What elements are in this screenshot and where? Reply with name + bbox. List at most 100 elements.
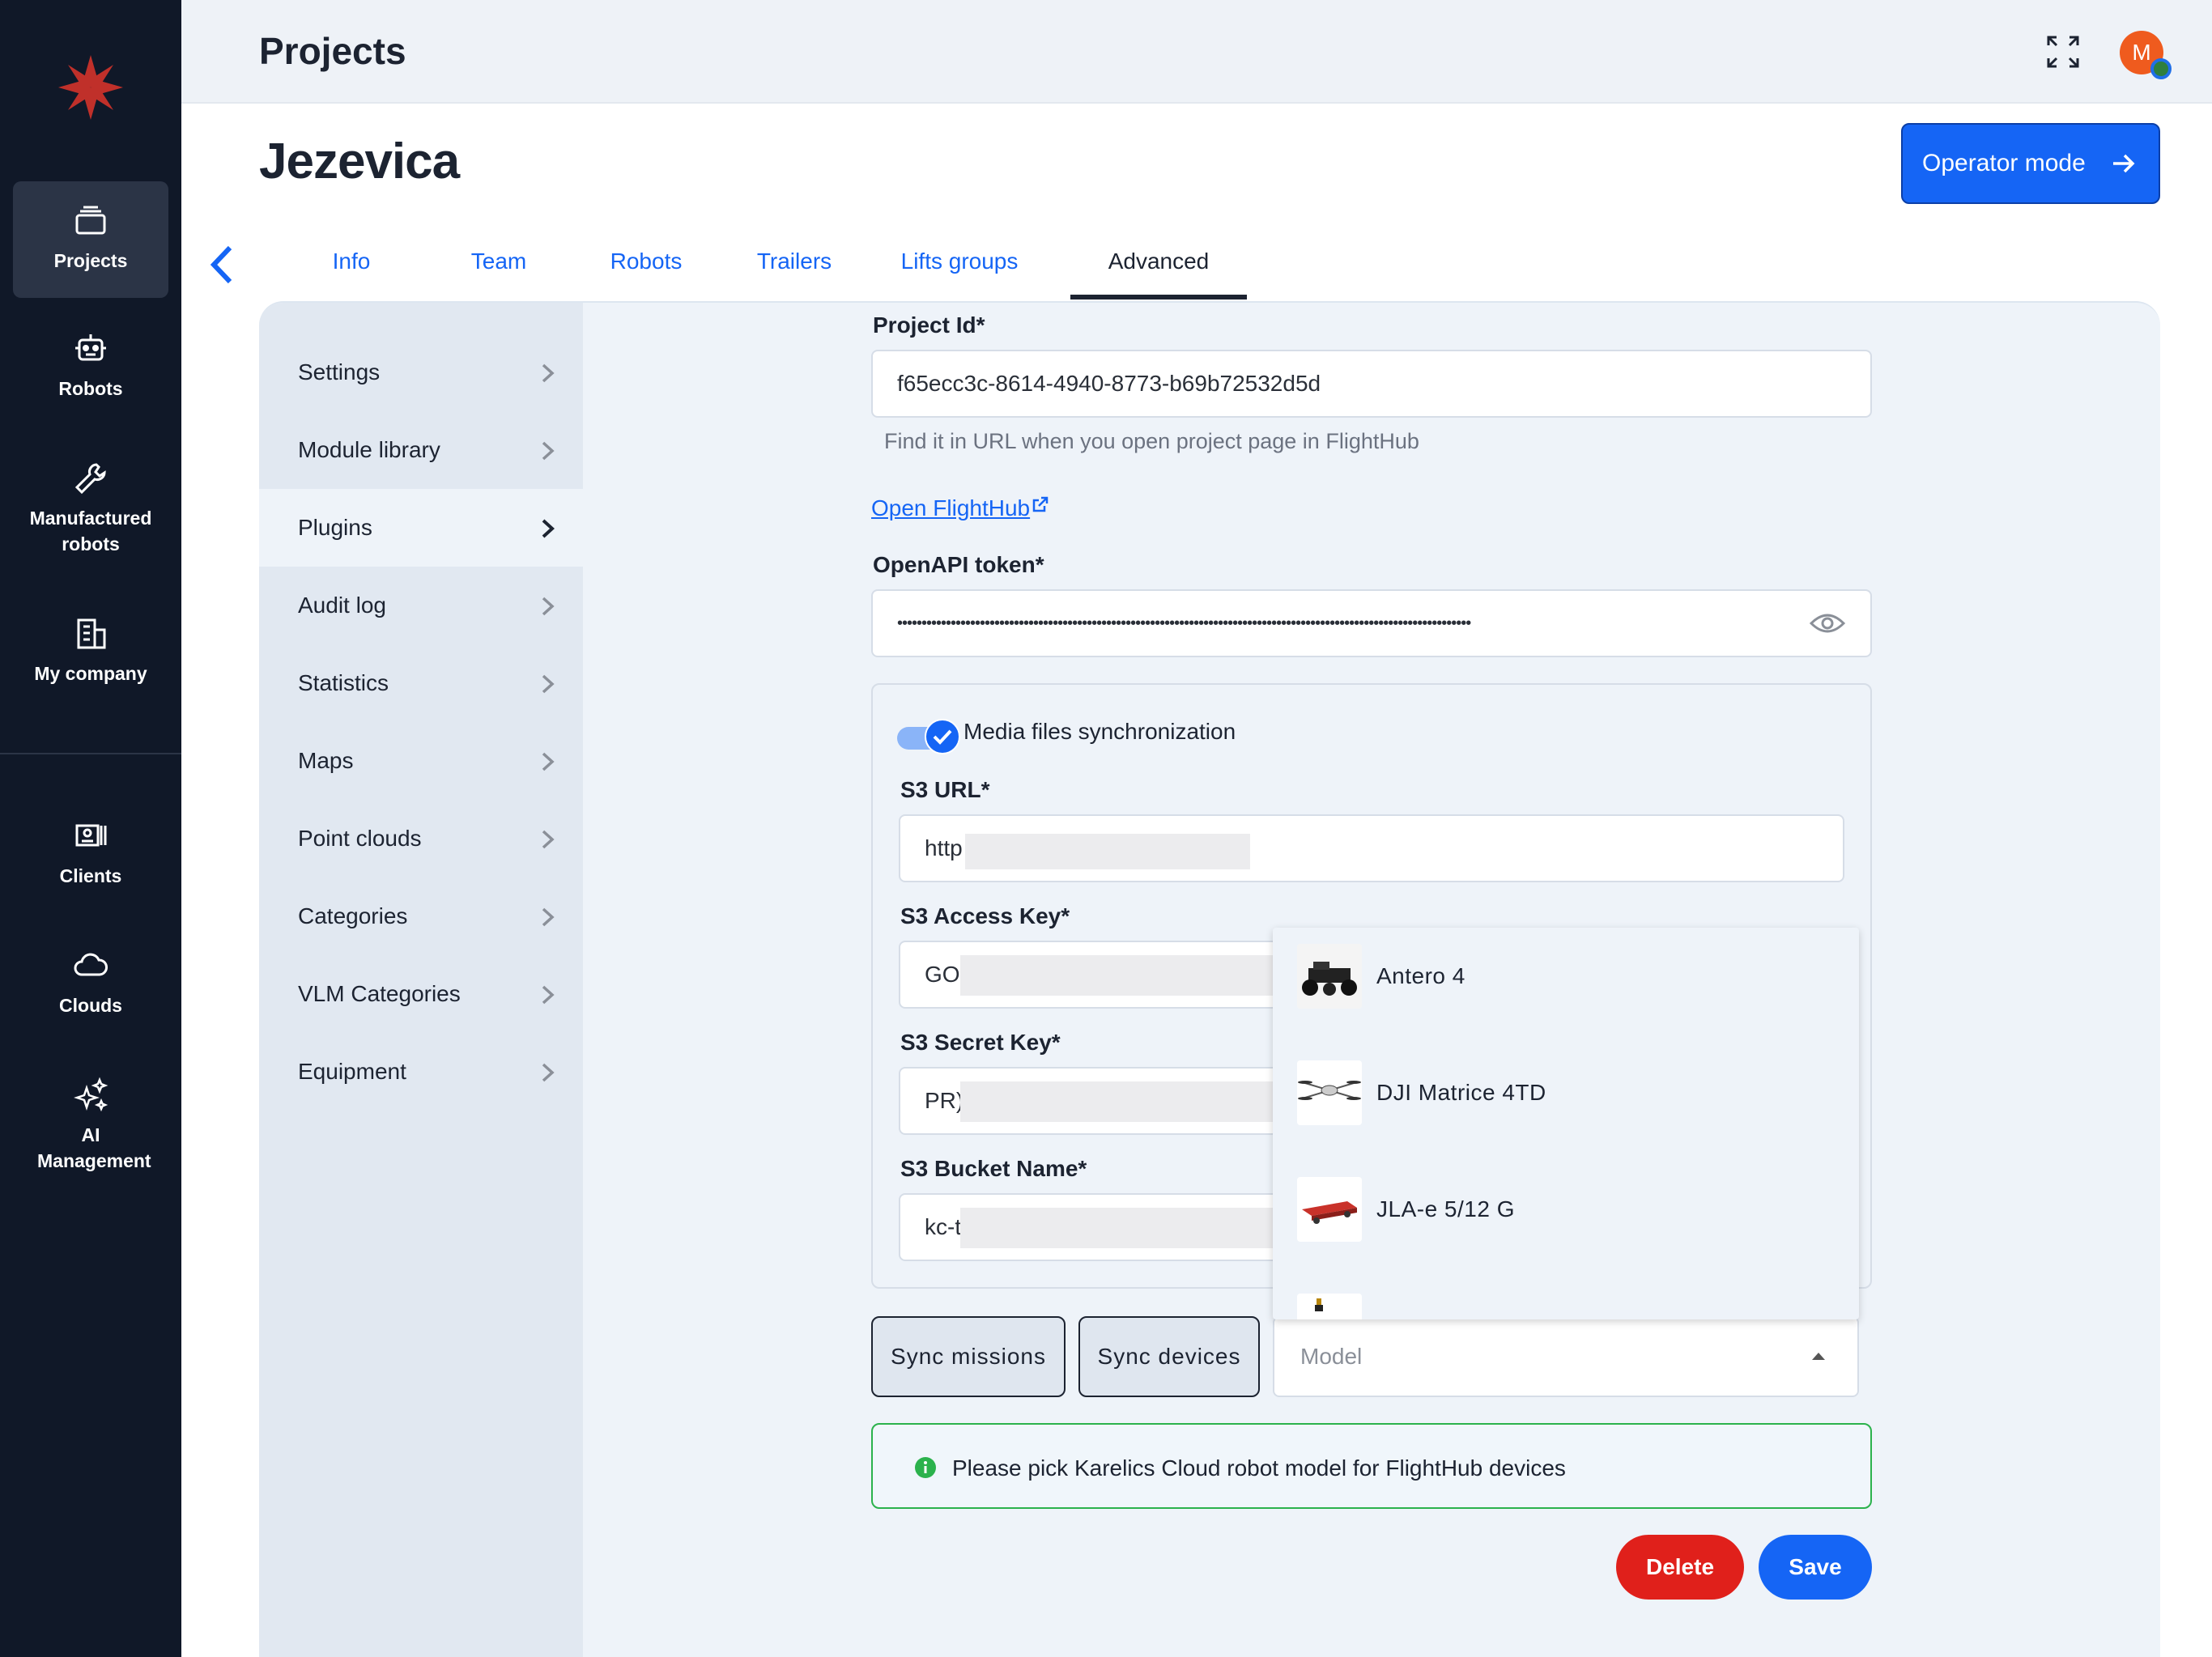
client-card-icon <box>75 824 107 847</box>
s3-url-label: S3 URL* <box>900 777 990 802</box>
nav-label-manufactured-robots: Manufactured robots <box>29 508 152 554</box>
openapi-token-value: ••••••••••••••••••••••••••••••••••••••••… <box>897 614 1471 632</box>
delete-button[interactable]: Delete <box>1616 1535 1744 1600</box>
chevron-right-icon <box>542 597 555 616</box>
checkmark-icon <box>933 729 952 745</box>
s3-secret-key-label: S3 Secret Key* <box>900 1030 1061 1055</box>
company-logo-icon <box>58 55 123 120</box>
model-option-label: DJI Matrice 4TD <box>1376 1080 1546 1105</box>
subnav-settings[interactable]: Settings <box>259 334 583 411</box>
chevron-right-icon <box>542 441 555 461</box>
nav-item-projects[interactable]: Projects <box>13 181 168 298</box>
s3-bucket-name-value: kc-t <box>925 1214 962 1239</box>
tab-team[interactable]: Team <box>431 235 567 300</box>
tab-robots[interactable]: Robots <box>578 235 714 300</box>
building-icon <box>77 618 106 649</box>
chevron-right-icon <box>542 752 555 771</box>
subnav-label: Module library <box>298 437 440 462</box>
s3-bucket-name-label: S3 Bucket Name* <box>900 1156 1087 1181</box>
nav-item-clouds[interactable]: Clouds <box>13 947 168 1036</box>
subnav-label: Equipment <box>298 1059 406 1084</box>
subnav-categories[interactable]: Categories <box>259 877 583 955</box>
expand-icon[interactable] <box>2044 32 2082 71</box>
redacted-block <box>965 834 1250 869</box>
model-dropdown-menu: Antero 4 DJI Matrice 4TD JLA-e 5/12 G <box>1273 928 1859 1319</box>
operator-mode-button[interactable]: Operator mode <box>1901 123 2160 204</box>
project-name: Jezevica <box>259 134 460 189</box>
nav-label-projects: Projects <box>53 250 128 271</box>
model-option-label: JLA-e 5/12 G <box>1376 1196 1515 1222</box>
chevron-right-icon <box>542 674 555 694</box>
eye-icon[interactable] <box>1809 610 1846 636</box>
subnav-plugins[interactable]: Plugins <box>259 489 583 567</box>
nav-label-robots: Robots <box>58 378 123 399</box>
advanced-subnav: Settings Module library Plugins Audit lo… <box>259 303 583 1657</box>
subnav-audit-log[interactable]: Audit log <box>259 567 583 644</box>
external-link-icon <box>1032 496 1049 512</box>
model-option-label: Antero 4 <box>1376 963 1465 988</box>
subnav-maps[interactable]: Maps <box>259 722 583 800</box>
robot-thumbnail-icon <box>1297 1294 1362 1319</box>
s3-access-key-label: S3 Access Key* <box>900 903 1070 928</box>
project-id-input[interactable]: f65ecc3c-8614-4940-8773-b69b72532d5d <box>871 350 1872 418</box>
subnav-statistics[interactable]: Statistics <box>259 644 583 722</box>
main-sidebar: Projects Robots Manufactured robots My c… <box>0 0 181 1657</box>
chevron-right-icon <box>542 830 555 849</box>
open-flighthub-link[interactable]: Open FlightHub <box>871 495 1049 521</box>
model-option-jla-e-5-12-g[interactable]: JLA-e 5/12 G <box>1273 1161 1859 1277</box>
tab-trailers[interactable]: Trailers <box>725 235 863 300</box>
nav-item-ai-management[interactable]: AI Management <box>13 1077 168 1190</box>
tab-info[interactable]: Info <box>283 235 419 300</box>
caret-up-icon <box>1812 1353 1825 1360</box>
nav-item-robots[interactable]: Robots <box>13 330 168 419</box>
operator-mode-label: Operator mode <box>1922 150 2086 176</box>
subnav-label: Audit log <box>298 593 386 618</box>
toggle-knob <box>925 719 960 754</box>
model-option-antero-4[interactable]: Antero 4 <box>1273 928 1859 1044</box>
subnav-label: Maps <box>298 748 354 773</box>
openapi-token-input[interactable]: ••••••••••••••••••••••••••••••••••••••••… <box>871 589 1872 657</box>
model-select[interactable]: Model <box>1273 1316 1859 1397</box>
nav-divider <box>0 753 181 754</box>
subnav-label: Categories <box>298 903 408 928</box>
openapi-token-label: OpenAPI token* <box>873 552 1044 577</box>
chevron-right-icon <box>542 907 555 927</box>
subnav-label: VLM Categories <box>298 981 461 1006</box>
nav-item-manufactured-robots[interactable]: Manufactured robots <box>13 460 168 565</box>
subnav-point-clouds[interactable]: Point clouds <box>259 800 583 877</box>
subnav-equipment[interactable]: Equipment <box>259 1033 583 1111</box>
sync-devices-button[interactable]: Sync devices <box>1078 1316 1260 1397</box>
nav-label-my-company: My company <box>34 663 147 684</box>
alert-message: Please pick Karelics Cloud robot model f… <box>952 1455 1566 1481</box>
subnav-vlm-categories[interactable]: VLM Categories <box>259 955 583 1033</box>
project-id-label: Project Id* <box>873 312 985 338</box>
top-header: Projects M <box>181 0 2212 104</box>
arrow-right-icon <box>2112 154 2135 173</box>
robot-thumbnail-icon <box>1297 944 1362 1009</box>
info-circle-icon <box>915 1457 936 1478</box>
folder-stack-icon <box>75 206 106 235</box>
model-option-dji-matrice-4td[interactable]: DJI Matrice 4TD <box>1273 1044 1859 1161</box>
subnav-label: Statistics <box>298 670 389 695</box>
cloud-icon <box>74 953 108 976</box>
subnav-module-library[interactable]: Module library <box>259 411 583 489</box>
media-sync-toggle[interactable] <box>897 719 960 754</box>
online-status-dot <box>2150 58 2172 79</box>
back-chevron-icon[interactable] <box>204 243 240 287</box>
lift-thumbnail-icon <box>1297 1177 1362 1242</box>
robot-icon <box>75 334 106 361</box>
nav-label-clouds: Clouds <box>59 995 122 1016</box>
nav-item-clients[interactable]: Clients <box>13 818 168 907</box>
chevron-right-icon <box>542 985 555 1005</box>
tab-advanced[interactable]: Advanced <box>1070 235 1247 300</box>
wrench-icon <box>74 463 106 495</box>
tab-lifts-groups[interactable]: Lifts groups <box>874 235 1044 300</box>
sync-missions-button[interactable]: Sync missions <box>871 1316 1066 1397</box>
save-button[interactable]: Save <box>1759 1535 1872 1600</box>
project-id-hint: Find it in URL when you open project pag… <box>884 429 1419 453</box>
subnav-label: Settings <box>298 359 381 385</box>
model-option-partial[interactable] <box>1273 1277 1859 1319</box>
project-id-value: f65ecc3c-8614-4940-8773-b69b72532d5d <box>897 371 1321 396</box>
redacted-block <box>960 1081 1276 1122</box>
nav-item-my-company[interactable]: My company <box>13 615 168 704</box>
